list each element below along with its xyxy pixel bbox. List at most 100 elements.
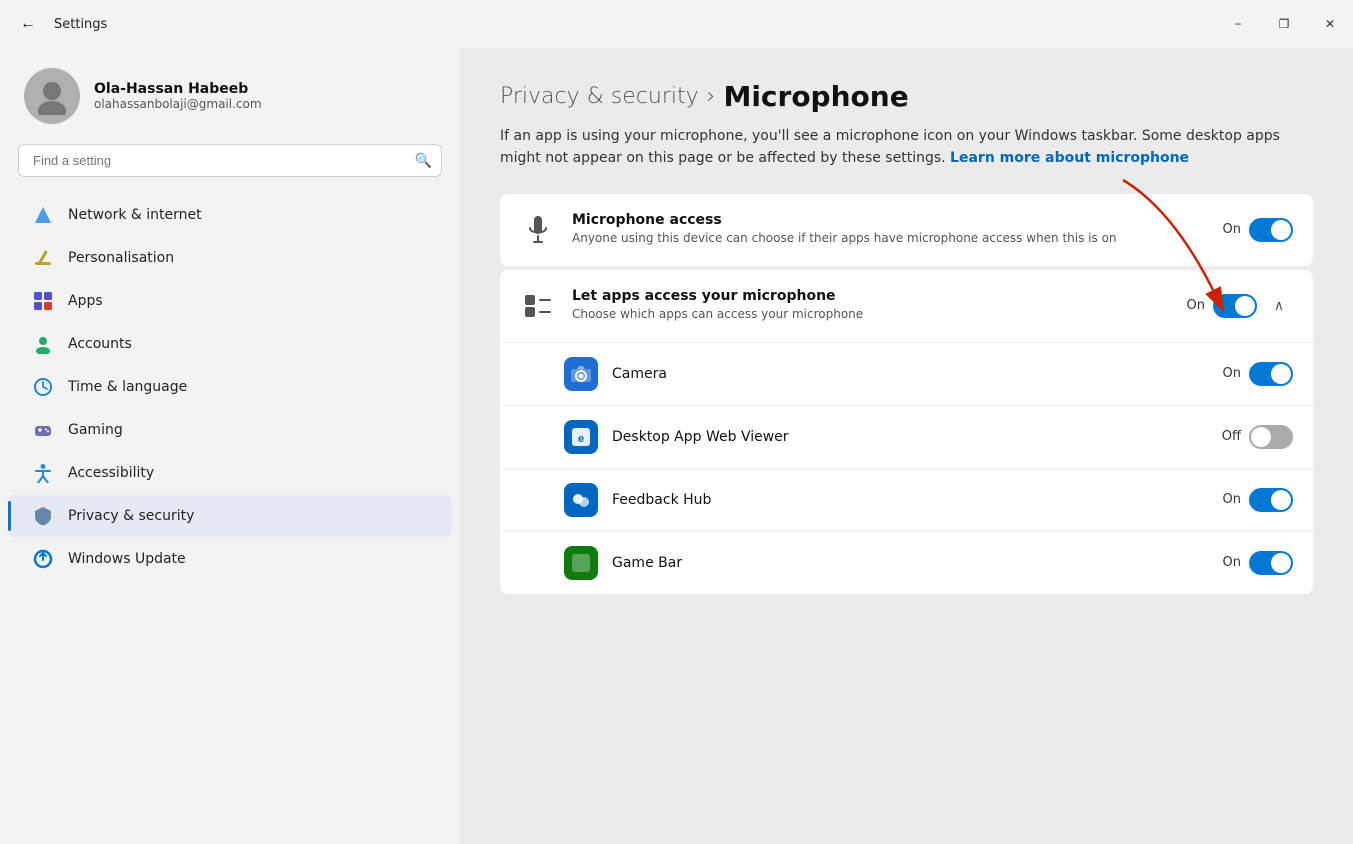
game-bar-control: On (1223, 551, 1293, 575)
game-bar-status: On (1223, 555, 1241, 570)
svg-text:e: e (578, 433, 584, 445)
camera-app-name: Camera (612, 366, 1209, 382)
game-bar-toggle-thumb (1271, 553, 1291, 573)
sidebar-item-network[interactable]: Network & internet (8, 194, 452, 236)
let-apps-expand-button[interactable]: ∧ (1265, 292, 1293, 320)
microphone-icon (520, 212, 556, 248)
sidebar-item-label-accessibility: Accessibility (68, 465, 154, 481)
microphone-access-toggle-thumb (1271, 220, 1291, 240)
let-apps-section: Let apps access your microphone Choose w… (500, 270, 1313, 594)
user-profile[interactable]: Ola-Hassan Habeeb olahassanbolaji@gmail.… (0, 48, 460, 144)
let-apps-toggle[interactable] (1213, 294, 1257, 318)
sidebar-item-windows-update[interactable]: Windows Update (8, 538, 452, 580)
feedback-hub-app-name: Feedback Hub (612, 492, 1209, 508)
avatar (24, 68, 80, 124)
sidebar-item-label-accounts: Accounts (68, 336, 132, 352)
user-name: Ola-Hassan Habeeb (94, 81, 262, 97)
sidebar-item-label-network: Network & internet (68, 207, 202, 223)
window-controls: − ❐ ✕ (1215, 8, 1353, 40)
sidebar-item-label-privacy-security: Privacy & security (68, 508, 194, 524)
desktop-web-viewer-app-name: Desktop App Web Viewer (612, 429, 1208, 445)
feedback-hub-status: On (1223, 492, 1241, 507)
nav-list: Network & internet Personalisation Apps Acc… (0, 189, 460, 585)
search-box[interactable]: 🔍 (18, 144, 442, 177)
desktop-web-viewer-toggle[interactable] (1249, 425, 1293, 449)
game-bar-app-icon (564, 546, 598, 580)
microphone-access-control: On (1223, 218, 1293, 242)
main-content: Privacy & security › Microphone If an ap… (460, 48, 1353, 844)
feedback-hub-toggle-thumb (1271, 490, 1291, 510)
feedback-hub-control: On (1223, 488, 1293, 512)
feedback-hub-toggle-track (1249, 488, 1293, 512)
sidebar-item-time-language[interactable]: Time & language (8, 366, 452, 408)
accounts-icon (32, 333, 54, 355)
app-row-camera: Camera On (500, 343, 1313, 406)
sidebar: Ola-Hassan Habeeb olahassanbolaji@gmail.… (0, 48, 460, 844)
time-language-icon (32, 376, 54, 398)
sidebar-item-label-windows-update: Windows Update (68, 551, 186, 567)
feedback-hub-toggle[interactable] (1249, 488, 1293, 512)
sidebar-item-privacy-security[interactable]: Privacy & security (8, 495, 452, 537)
desktop-web-viewer-status: Off (1222, 429, 1241, 444)
microphone-access-card: Microphone access Anyone using this devi… (500, 194, 1313, 266)
camera-control: On (1223, 362, 1293, 386)
app-row-feedback-hub: Feedback Hub On (500, 469, 1313, 532)
let-apps-text: Let apps access your microphone Choose w… (572, 288, 1171, 323)
let-apps-toggle-track (1213, 294, 1257, 318)
network-icon (32, 204, 54, 226)
camera-app-icon (564, 357, 598, 391)
let-apps-status: On (1187, 298, 1205, 313)
search-input[interactable] (18, 144, 442, 177)
feedback-hub-app-icon (564, 483, 598, 517)
app-body: Ola-Hassan Habeeb olahassanbolaji@gmail.… (0, 48, 1353, 844)
breadcrumb-parent: Privacy & security (500, 84, 699, 109)
sidebar-item-gaming[interactable]: Gaming (8, 409, 452, 451)
sidebar-item-accessibility[interactable]: Accessibility (8, 452, 452, 494)
titlebar-left: ← Settings (12, 8, 107, 40)
let-apps-card: Let apps access your microphone Choose w… (500, 270, 1313, 594)
app-row-desktop-web-viewer: e Desktop App Web Viewer Off (500, 406, 1313, 469)
content-wrapper: Privacy & security › Microphone If an ap… (500, 80, 1313, 594)
personalisation-icon (32, 247, 54, 269)
back-button[interactable]: ← (12, 8, 44, 40)
breadcrumb-separator: › (707, 84, 716, 109)
let-apps-desc: Choose which apps can access your microp… (572, 306, 1171, 323)
microphone-access-title: Microphone access (572, 212, 1207, 228)
let-apps-row: Let apps access your microphone Choose w… (500, 270, 1313, 343)
breadcrumb: Privacy & security › Microphone (500, 80, 1313, 113)
game-bar-toggle-track (1249, 551, 1293, 575)
let-apps-toggle-thumb (1235, 296, 1255, 316)
windows-update-icon (32, 548, 54, 570)
app-row-game-bar: Game BarOn (500, 532, 1313, 594)
maximize-button[interactable]: ❐ (1261, 8, 1307, 40)
learn-more-link[interactable]: Learn more about microphone (950, 150, 1189, 166)
let-apps-control: On ∧ (1187, 292, 1293, 320)
app-title: Settings (54, 17, 107, 32)
gaming-icon (32, 419, 54, 441)
microphone-access-toggle[interactable] (1249, 218, 1293, 242)
close-button[interactable]: ✕ (1307, 8, 1353, 40)
user-email: olahassanbolaji@gmail.com (94, 97, 262, 111)
desktop-web-viewer-toggle-thumb (1251, 427, 1271, 447)
apps-icon (32, 290, 54, 312)
accessibility-icon (32, 462, 54, 484)
desktop-web-viewer-control: Off (1222, 425, 1293, 449)
sidebar-item-apps[interactable]: Apps (8, 280, 452, 322)
microphone-access-text: Microphone access Anyone using this devi… (572, 212, 1207, 247)
microphone-access-desc: Anyone using this device can choose if t… (572, 230, 1207, 247)
sidebar-item-personalisation[interactable]: Personalisation (8, 237, 452, 279)
titlebar: ← Settings − ❐ ✕ (0, 0, 1353, 48)
camera-toggle[interactable] (1249, 362, 1293, 386)
user-info: Ola-Hassan Habeeb olahassanbolaji@gmail.… (94, 81, 262, 111)
desktop-web-viewer-app-icon: e (564, 420, 598, 454)
sidebar-item-label-personalisation: Personalisation (68, 250, 174, 266)
camera-toggle-thumb (1271, 364, 1291, 384)
minimize-button[interactable]: − (1215, 8, 1261, 40)
microphone-access-toggle-track (1249, 218, 1293, 242)
sidebar-item-accounts[interactable]: Accounts (8, 323, 452, 365)
game-bar-toggle[interactable] (1249, 551, 1293, 575)
camera-toggle-track (1249, 362, 1293, 386)
breadcrumb-current: Microphone (723, 80, 908, 113)
page-description: If an app is using your microphone, you'… (500, 125, 1280, 170)
microphone-access-row: Microphone access Anyone using this devi… (500, 194, 1313, 266)
